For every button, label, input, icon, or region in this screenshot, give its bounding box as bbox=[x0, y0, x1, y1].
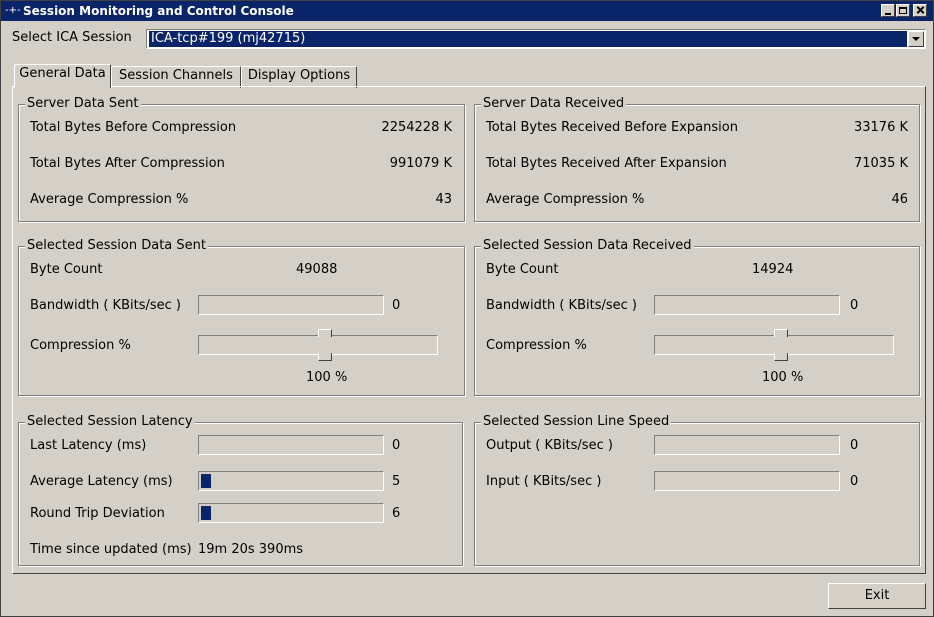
session-select-label: Select ICA Session bbox=[12, 30, 132, 45]
average-compression-received-label: Average Compression % bbox=[486, 192, 645, 207]
server-data-received-title: Server Data Received bbox=[481, 96, 627, 112]
console-window: -+- Session Monitoring and Control Conso… bbox=[0, 0, 934, 617]
compression-received-label: Compression % bbox=[486, 338, 587, 353]
compression-received-slider[interactable] bbox=[654, 335, 894, 355]
session-dropdown-value: ICA-tcp#199 (mj42715) bbox=[149, 31, 907, 47]
last-latency-value: 0 bbox=[392, 438, 401, 453]
window-title: Session Monitoring and Control Console bbox=[23, 4, 294, 18]
time-since-updated-label: Time since updated (ms) bbox=[30, 542, 192, 557]
average-latency-value: 5 bbox=[392, 474, 401, 489]
session-data-received-title: Selected Session Data Received bbox=[481, 238, 694, 254]
compression-sent-slider-thumb[interactable] bbox=[318, 329, 332, 337]
round-trip-deviation-bar bbox=[198, 503, 384, 523]
total-bytes-received-before-expansion-label: Total Bytes Received Before Expansion bbox=[486, 120, 738, 135]
session-dropdown[interactable]: ICA-tcp#199 (mj42715) bbox=[146, 29, 926, 49]
output-speed-value: 0 bbox=[850, 438, 859, 453]
average-latency-bar bbox=[198, 471, 384, 491]
compression-received-slider-thumb[interactable] bbox=[774, 329, 788, 337]
session-latency-title: Selected Session Latency bbox=[25, 414, 195, 430]
server-data-sent-title: Server Data Sent bbox=[25, 96, 141, 112]
bandwidth-sent-bar bbox=[198, 295, 384, 315]
byte-count-received-value: 14924 bbox=[752, 262, 794, 277]
byte-count-sent-label: Byte Count bbox=[30, 262, 103, 277]
input-speed-label: Input ( KBits/sec ) bbox=[486, 474, 602, 489]
total-bytes-after-compression-label: Total Bytes After Compression bbox=[30, 156, 225, 171]
tab-general-data[interactable]: General Data bbox=[14, 64, 111, 88]
compression-sent-slider-thumb-bottom[interactable] bbox=[318, 353, 332, 361]
tab-session-channels[interactable]: Session Channels bbox=[111, 66, 241, 88]
chevron-down-icon[interactable] bbox=[908, 31, 924, 47]
tab-display-options[interactable]: Display Options bbox=[241, 66, 357, 88]
input-speed-value: 0 bbox=[850, 474, 859, 489]
byte-count-received-label: Byte Count bbox=[486, 262, 559, 277]
compression-sent-value: 100 % bbox=[306, 370, 348, 385]
maximize-button[interactable] bbox=[896, 4, 910, 17]
average-compression-sent-label: Average Compression % bbox=[30, 192, 189, 207]
round-trip-deviation-value: 6 bbox=[392, 506, 401, 521]
compression-sent-slider[interactable] bbox=[198, 335, 438, 355]
average-compression-received-value: 46 bbox=[891, 192, 908, 207]
total-bytes-received-after-expansion-label: Total Bytes Received After Expansion bbox=[486, 156, 727, 171]
average-latency-label: Average Latency (ms) bbox=[30, 474, 173, 489]
total-bytes-received-after-expansion-value: 71035 K bbox=[853, 156, 908, 171]
close-button[interactable] bbox=[913, 4, 927, 17]
output-speed-bar bbox=[654, 435, 840, 455]
byte-count-sent-value: 49088 bbox=[296, 262, 338, 277]
average-compression-sent-value: 43 bbox=[435, 192, 452, 207]
network-icon: -+- bbox=[5, 5, 21, 16]
bandwidth-sent-value: 0 bbox=[392, 298, 401, 313]
minimize-button[interactable] bbox=[881, 4, 895, 17]
session-data-sent-title: Selected Session Data Sent bbox=[25, 238, 208, 254]
compression-received-slider-thumb-bottom[interactable] bbox=[774, 353, 788, 361]
compression-received-value: 100 % bbox=[762, 370, 804, 385]
session-line-speed-title: Selected Session Line Speed bbox=[481, 414, 672, 430]
time-since-updated-value: 19m 20s 390ms bbox=[198, 542, 304, 557]
input-speed-bar bbox=[654, 471, 840, 491]
bandwidth-received-label: Bandwidth ( KBits/sec ) bbox=[486, 298, 637, 313]
output-speed-label: Output ( KBits/sec ) bbox=[486, 438, 613, 453]
total-bytes-before-compression-label: Total Bytes Before Compression bbox=[30, 120, 237, 135]
exit-button[interactable]: Exit bbox=[828, 583, 926, 609]
round-trip-deviation-label: Round Trip Deviation bbox=[30, 506, 165, 521]
last-latency-bar bbox=[198, 435, 384, 455]
total-bytes-received-before-expansion-value: 33176 K bbox=[853, 120, 908, 135]
bandwidth-sent-label: Bandwidth ( KBits/sec ) bbox=[30, 298, 181, 313]
bandwidth-received-value: 0 bbox=[850, 298, 859, 313]
bandwidth-received-bar bbox=[654, 295, 840, 315]
last-latency-label: Last Latency (ms) bbox=[30, 438, 147, 453]
title-bar[interactable]: -+- Session Monitoring and Control Conso… bbox=[1, 1, 933, 21]
total-bytes-before-compression-value: 2254228 K bbox=[381, 120, 452, 135]
compression-sent-label: Compression % bbox=[30, 338, 131, 353]
total-bytes-after-compression-value: 991079 K bbox=[389, 156, 452, 171]
